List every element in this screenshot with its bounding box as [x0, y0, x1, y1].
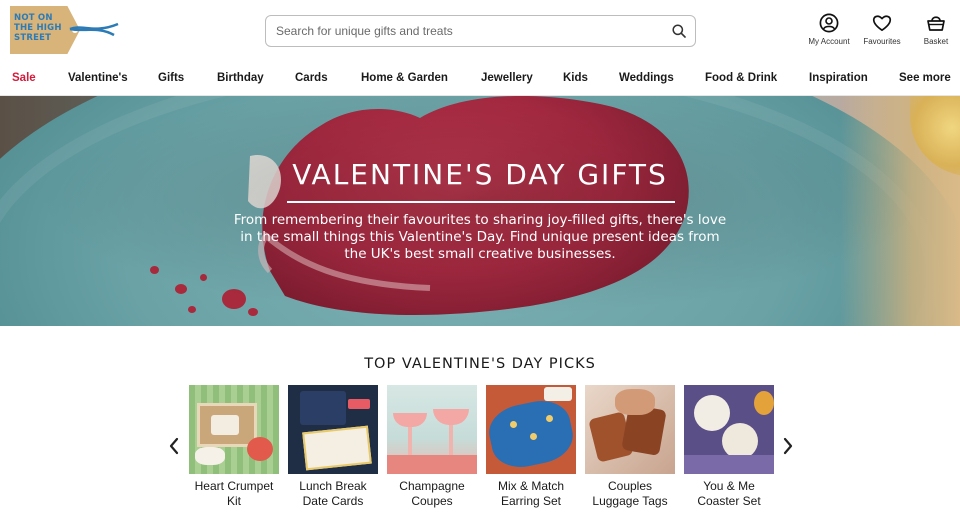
search-bar	[265, 15, 696, 47]
hero-description: From remembering their favourites to sha…	[233, 212, 727, 262]
nav-item-see-more[interactable]: See more	[899, 72, 951, 84]
logo-line: STREET	[14, 33, 52, 43]
nav-item-valentines[interactable]: Valentine's	[68, 72, 128, 84]
my-account-link[interactable]: My Account	[802, 13, 856, 51]
heart-icon	[872, 15, 892, 32]
favourites-link[interactable]: Favourites	[858, 13, 906, 51]
product-image-coaster-set	[684, 385, 774, 474]
product-title-line: Kit	[226, 493, 241, 508]
product-image-luggage-tags	[585, 385, 675, 474]
user-icon	[819, 13, 839, 33]
product-image-earring-set	[486, 385, 576, 474]
product-title-line: Mix & Match	[497, 479, 564, 493]
favourites-label: Favourites	[863, 37, 901, 46]
picks-heading: TOP VALENTINE'S DAY PICKS	[364, 356, 596, 372]
nav-item-weddings[interactable]: Weddings	[619, 72, 674, 84]
basket-label: Basket	[923, 37, 949, 46]
basket-link[interactable]: Basket	[914, 13, 958, 51]
hero-title: VALENTINE'S DAY GIFTS	[292, 158, 668, 191]
product-image-champagne-coupes	[387, 385, 477, 474]
chevron-right-icon[interactable]	[781, 436, 795, 456]
my-account-label: My Account	[808, 37, 850, 46]
basket-icon	[927, 16, 945, 31]
product-title-line: Coupes	[411, 493, 453, 508]
search-input[interactable]	[276, 16, 656, 46]
product-title-line: Earring Set	[500, 493, 562, 508]
nav-item-home-garden[interactable]: Home & Garden	[361, 72, 448, 84]
product-title: You & Me Coaster Set	[684, 479, 774, 508]
product-title-line: Luggage Tags	[592, 493, 668, 508]
product-title-line: Heart Crumpet	[194, 479, 274, 493]
nav-item-gifts[interactable]: Gifts	[158, 72, 184, 84]
search-icon[interactable]	[672, 24, 686, 38]
product-title-line: You & Me	[703, 479, 755, 493]
product-title: Heart Crumpet Kit	[189, 479, 279, 508]
product-card[interactable]: Lunch Break Date Cards	[288, 385, 378, 508]
product-card[interactable]: You & Me Coaster Set	[684, 385, 774, 508]
nav-item-inspiration[interactable]: Inspiration	[809, 72, 868, 84]
product-card[interactable]: Heart Crumpet Kit	[189, 385, 279, 508]
product-title: Champagne Coupes	[387, 479, 477, 508]
hero-divider	[287, 201, 675, 203]
hero-banner[interactable]: VALENTINE'S DAY GIFTS From remembering t…	[0, 96, 960, 326]
main-nav: Sale Valentine's Gifts Birthday Cards Ho…	[0, 62, 960, 96]
hero-shade	[0, 96, 960, 326]
product-title-line: Date Cards	[302, 493, 364, 508]
product-title-line: Couples	[607, 479, 653, 493]
nav-item-kids[interactable]: Kids	[563, 72, 588, 84]
logo-line: NOT ON	[14, 13, 53, 23]
product-title: Couples Luggage Tags	[585, 479, 675, 508]
chevron-left-icon[interactable]	[167, 436, 181, 456]
product-image-lunch-break-date-cards	[288, 385, 378, 474]
logo-line: THE HIGH	[14, 23, 62, 33]
product-title: Mix & Match Earring Set	[486, 479, 576, 508]
site-logo[interactable]: NOT ON THE HIGH STREET	[10, 6, 120, 56]
product-title-line: Coaster Set	[697, 493, 761, 508]
product-card[interactable]: Couples Luggage Tags	[585, 385, 675, 508]
nav-item-jewellery[interactable]: Jewellery	[481, 72, 533, 84]
nav-item-birthday[interactable]: Birthday	[217, 72, 264, 84]
product-title: Lunch Break Date Cards	[288, 479, 378, 508]
nav-item-food-drink[interactable]: Food & Drink	[705, 72, 777, 84]
logo-text: NOT ON THE HIGH STREET	[14, 13, 78, 43]
product-title-line: Champagne	[399, 479, 465, 493]
product-image-heart-crumpet-kit	[189, 385, 279, 474]
product-card[interactable]: Mix & Match Earring Set	[486, 385, 576, 508]
nav-item-cards[interactable]: Cards	[295, 72, 328, 84]
product-card[interactable]: Champagne Coupes	[387, 385, 477, 508]
product-title-line: Lunch Break	[299, 479, 367, 493]
nav-item-sale[interactable]: Sale	[12, 72, 36, 84]
site-header: NOT ON THE HIGH STREET My Account Favour…	[0, 0, 960, 62]
